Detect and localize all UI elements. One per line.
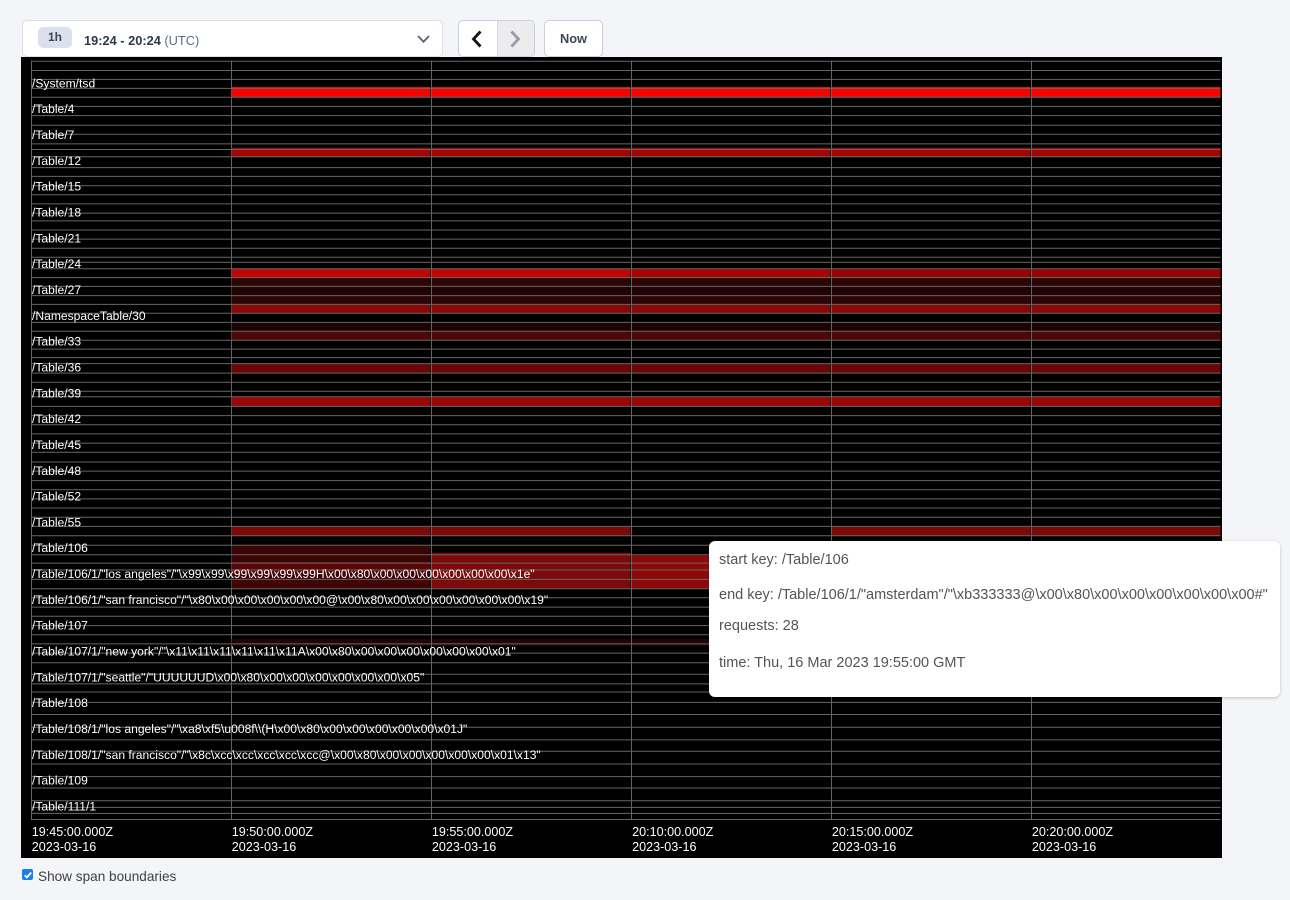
- svg-text:/Table/42: /Table/42: [32, 412, 81, 426]
- svg-text:20:15:00.000Z: 20:15:00.000Z: [832, 825, 914, 839]
- svg-text:2023-03-16: 2023-03-16: [232, 840, 296, 854]
- svg-text:2023-03-16: 2023-03-16: [432, 840, 496, 854]
- svg-text:20:20:00.000Z: 20:20:00.000Z: [1032, 825, 1114, 839]
- svg-text:/Table/48: /Table/48: [32, 464, 81, 478]
- svg-text:2023-03-16: 2023-03-16: [1032, 840, 1096, 854]
- svg-text:2023-03-16: 2023-03-16: [632, 840, 696, 854]
- svg-text:/Table/12: /Table/12: [32, 154, 81, 168]
- svg-text:20:10:00.000Z: 20:10:00.000Z: [632, 825, 714, 839]
- svg-text:/Table/107/1/"new york"/"\x11\: /Table/107/1/"new york"/"\x11\x11\x11\x1…: [32, 645, 516, 659]
- svg-text:/System/tsd: /System/tsd: [32, 76, 95, 90]
- svg-text:/Table/39: /Table/39: [32, 386, 81, 400]
- svg-text:/Table/18: /Table/18: [32, 205, 81, 219]
- svg-text:/Table/55: /Table/55: [32, 515, 81, 529]
- svg-text:/Table/33: /Table/33: [32, 335, 81, 349]
- svg-text:/Table/45: /Table/45: [32, 438, 81, 452]
- svg-text:2023-03-16: 2023-03-16: [832, 840, 896, 854]
- svg-text:19:55:00.000Z: 19:55:00.000Z: [432, 825, 514, 839]
- svg-text:/NamespaceTable/30: /NamespaceTable/30: [32, 309, 146, 323]
- svg-text:/Table/7: /Table/7: [32, 128, 75, 142]
- svg-text:19:45:00.000Z: 19:45:00.000Z: [32, 825, 114, 839]
- svg-text:/Table/27: /Table/27: [32, 283, 81, 297]
- svg-text:/Table/106: /Table/106: [32, 541, 88, 555]
- svg-text:/Table/15: /Table/15: [32, 180, 81, 194]
- svg-text:/Table/107: /Table/107: [32, 619, 88, 633]
- svg-text:/Table/52: /Table/52: [32, 490, 81, 504]
- svg-text:/Table/109: /Table/109: [32, 774, 88, 788]
- svg-text:19:50:00.000Z: 19:50:00.000Z: [232, 825, 314, 839]
- svg-text:2023-03-16: 2023-03-16: [32, 840, 96, 854]
- svg-text:/Table/108/1/"los angeles"/"\x: /Table/108/1/"los angeles"/"\xa8\xf5\u00…: [32, 722, 467, 736]
- svg-text:/Table/108/1/"san francisco"/": /Table/108/1/"san francisco"/"\x8c\xcc\x…: [32, 748, 541, 762]
- svg-text:/Table/24: /Table/24: [32, 257, 81, 271]
- svg-text:/Table/4: /Table/4: [32, 102, 75, 116]
- svg-text:/Table/106/1/"san francisco"/": /Table/106/1/"san francisco"/"\x80\x00\x…: [32, 593, 548, 607]
- svg-text:/Table/21: /Table/21: [32, 231, 81, 245]
- svg-text:/Table/36: /Table/36: [32, 360, 81, 374]
- svg-text:/Table/111/1: /Table/111/1: [32, 800, 96, 814]
- svg-text:/Table/107/1/"seattle"/"UUUUUU: /Table/107/1/"seattle"/"UUUUUUD\x00\x80\…: [32, 670, 424, 684]
- svg-text:/Table/106/1/"los angeles"/"\x: /Table/106/1/"los angeles"/"\x99\x99\x99…: [32, 567, 535, 581]
- svg-text:/Table/108: /Table/108: [32, 696, 88, 710]
